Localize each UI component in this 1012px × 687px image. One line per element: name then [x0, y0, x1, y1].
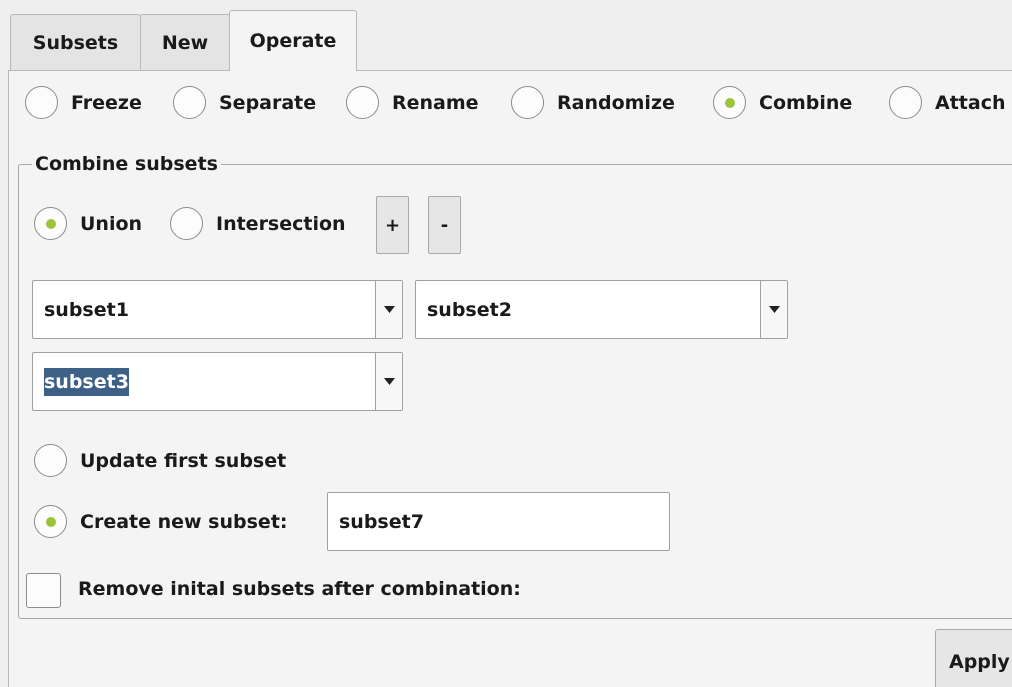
radio-label-separate: Separate	[219, 91, 317, 114]
radio-button-icon[interactable]	[173, 86, 206, 119]
app-window: Subsets New Operate Freeze Separate Rena…	[0, 0, 1012, 687]
apply-button[interactable]: Apply	[935, 629, 1012, 687]
radio-option-create-new[interactable]: Create new subset:	[34, 505, 288, 538]
radio-label-randomize: Randomize	[557, 91, 675, 114]
radio-option-separate[interactable]: Separate	[173, 86, 316, 119]
group-title: Combine subsets	[32, 153, 221, 175]
subset-select-value: subset1	[44, 298, 129, 321]
radio-button-icon[interactable]	[889, 86, 922, 119]
radio-button-icon[interactable]	[346, 86, 379, 119]
dropdown-arrow-icon[interactable]	[760, 281, 787, 338]
radio-label-combine: Combine	[759, 91, 853, 114]
radio-label-rename: Rename	[392, 91, 479, 114]
radio-button-icon[interactable]	[25, 86, 58, 119]
radio-option-update-first[interactable]: Update first subset	[34, 444, 286, 477]
selected-text: subset3	[44, 367, 129, 396]
radio-option-intersection[interactable]: Intersection	[170, 207, 346, 240]
radio-label-union: Union	[80, 212, 143, 235]
new-subset-name-input[interactable]: subset7	[327, 492, 670, 551]
radio-button-selected-icon[interactable]	[34, 505, 67, 538]
radio-option-freeze[interactable]: Freeze	[25, 86, 142, 119]
tab-subsets[interactable]: Subsets	[10, 14, 141, 70]
dropdown-arrow-icon[interactable]	[375, 281, 402, 338]
radio-option-randomize[interactable]: Randomize	[511, 86, 675, 119]
radio-button-icon[interactable]	[170, 207, 203, 240]
radio-button-icon[interactable]	[34, 444, 67, 477]
remove-subset-button[interactable]: -	[428, 196, 461, 254]
radio-button-icon[interactable]	[511, 86, 544, 119]
subset-select-value: subset3	[33, 367, 375, 396]
subset-select-1[interactable]: subset1	[32, 280, 403, 339]
radio-label-intersection: Intersection	[216, 212, 346, 235]
add-subset-button[interactable]: +	[376, 196, 409, 254]
remove-initial-label: Remove inital subsets after combination:	[78, 578, 521, 600]
tab-bar: Subsets New Operate	[0, 0, 1012, 71]
radio-button-selected-icon[interactable]	[713, 86, 746, 119]
subset-select-3[interactable]: subset3	[32, 352, 403, 411]
subset-select-2[interactable]: subset2	[415, 280, 788, 339]
subset-select-value: subset2	[427, 298, 512, 321]
radio-button-selected-icon[interactable]	[34, 207, 67, 240]
radio-option-rename[interactable]: Rename	[346, 86, 479, 119]
dropdown-arrow-icon[interactable]	[375, 353, 402, 410]
radio-option-combine[interactable]: Combine	[713, 86, 852, 119]
remove-initial-checkbox[interactable]	[26, 573, 61, 608]
tab-new[interactable]: New	[140, 14, 230, 70]
radio-option-union[interactable]: Union	[34, 207, 142, 240]
radio-label-create-new: Create new subset:	[80, 510, 288, 533]
tab-operate[interactable]: Operate	[229, 10, 357, 71]
radio-label-attach: Attach	[935, 91, 1006, 114]
radio-label-freeze: Freeze	[71, 91, 142, 114]
radio-option-attach[interactable]: Attach	[889, 86, 1005, 119]
radio-label-update-first: Update first subset	[80, 449, 287, 472]
